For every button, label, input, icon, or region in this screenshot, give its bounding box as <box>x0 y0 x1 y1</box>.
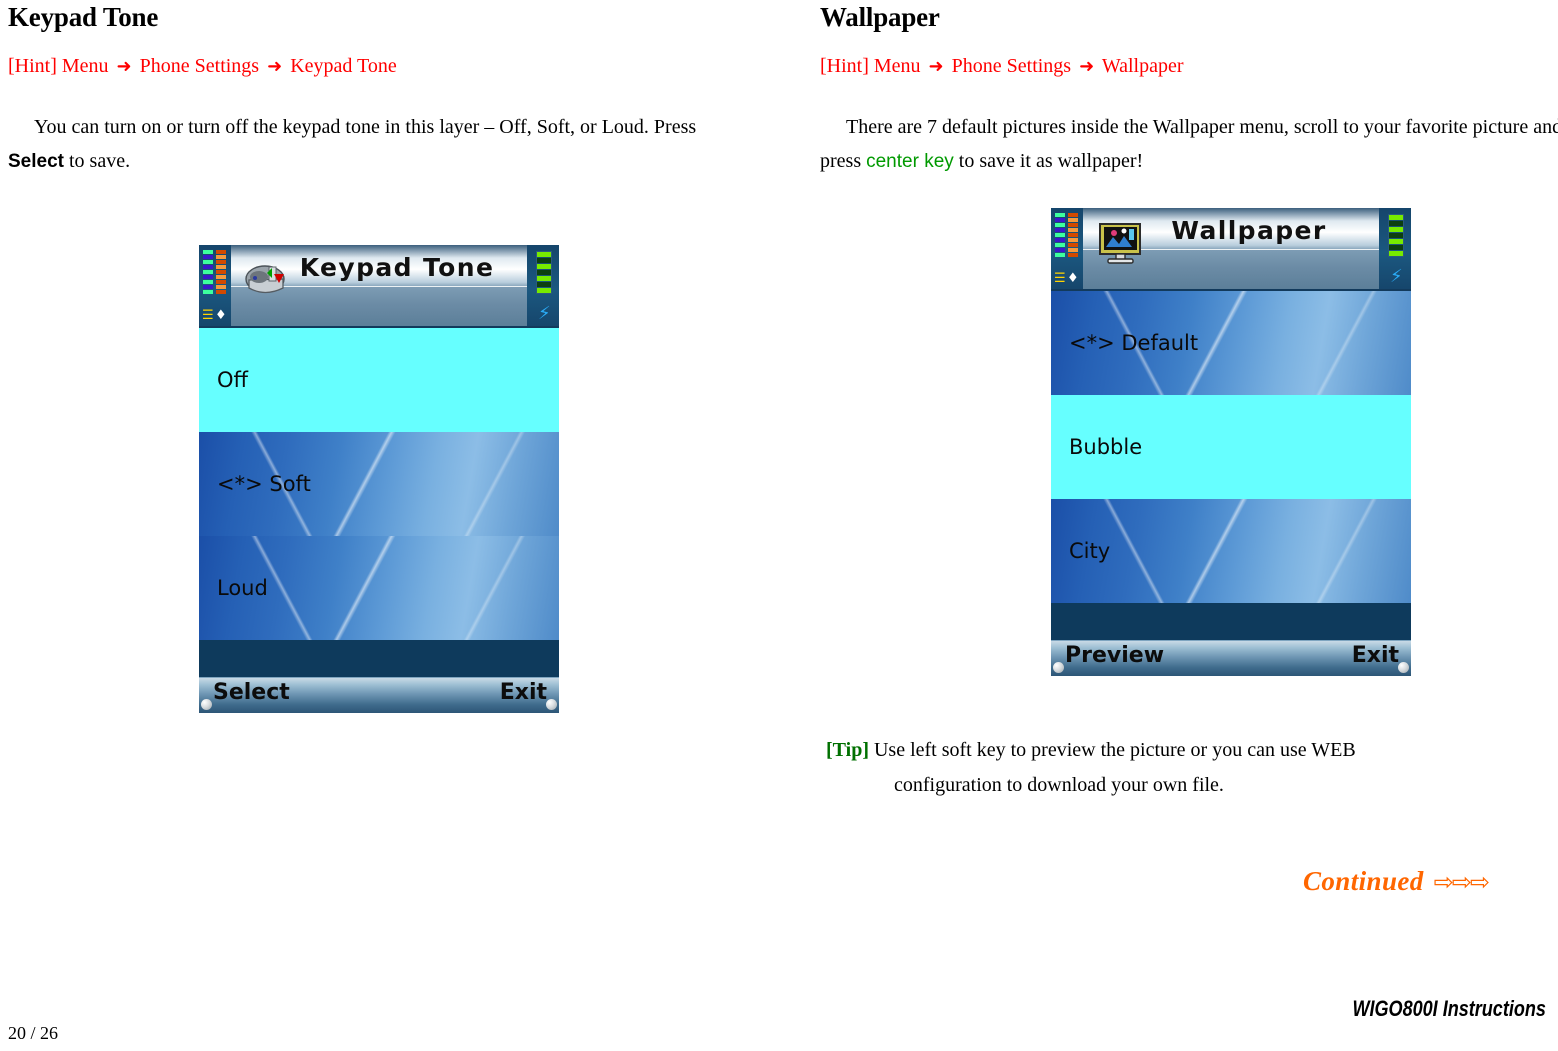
softkey-right-button[interactable]: Exit <box>1352 643 1399 668</box>
arrow-right-icon: ➜ <box>1079 56 1095 77</box>
softkey-left-button[interactable]: Select <box>213 680 290 705</box>
softkey-dot-right-icon <box>1398 662 1409 673</box>
volume-bars-icon <box>216 250 226 294</box>
phone-softkey-bar: Preview Exit <box>1051 640 1411 676</box>
status-indicators-right: ⚡ <box>1379 208 1411 289</box>
document-footer-title: WIGO800I Instructions <box>1352 996 1546 1021</box>
keylock-icon: ☰ <box>1054 271 1066 286</box>
phone-menu-item-label: City <box>1069 539 1111 563</box>
softkey-dot-left-icon <box>1053 662 1064 673</box>
tip-line-1: Use left soft key to preview the picture… <box>868 739 1356 761</box>
phone-menu-item[interactable]: <*> Soft <box>199 432 559 536</box>
charging-bolt-icon: ⚡ <box>1390 266 1403 287</box>
hint-prefix: [Hint] Menu <box>8 55 109 77</box>
left-column: Keypad Tone [Hint] Menu ➜ Phone Settings… <box>8 0 753 178</box>
page-number: 20 / 26 <box>8 1023 59 1043</box>
softkey-left-button[interactable]: Preview <box>1065 643 1164 668</box>
page-title-keypad-tone: Keypad Tone <box>8 2 159 32</box>
hint-breadcrumb-keypad-tone: [Hint] Menu ➜ Phone Settings ➜ Keypad To… <box>8 33 753 78</box>
phone-title-bar: ☰ ♦ Wallpaper ⚡ <box>1051 208 1411 291</box>
plug-icon: ♦ <box>1067 271 1079 286</box>
phone-menu-item[interactable]: Off <box>199 328 559 432</box>
phone-screenshot-keypad-tone: ☰ ♦ Keypad Tone ⚡ Off <*> Soft Loud Sele… <box>199 245 559 713</box>
body-text-part-2: to save. <box>63 150 131 172</box>
phone-softkey-bar: Select Exit <box>199 677 559 713</box>
arrow-right-icon: ➜ <box>116 56 132 77</box>
phone-menu-item-label: Loud <box>217 576 268 600</box>
continued-arrows-icon: ⇨⇨⇨ <box>1433 868 1490 896</box>
right-column: Wallpaper [Hint] Menu ➜ Phone Settings ➜… <box>820 0 1558 178</box>
page-title-wallpaper: Wallpaper <box>820 2 940 32</box>
hint-step-1: Phone Settings <box>951 55 1072 77</box>
body-text-part-2: to save it as wallpaper! <box>953 150 1144 172</box>
softkey-dot-left-icon <box>201 699 212 710</box>
volume-bars-icon <box>1068 213 1078 257</box>
body-paragraph-keypad-tone: You can turn on or turn off the keypad t… <box>8 78 753 178</box>
body-emphasis-select: Select <box>8 151 64 172</box>
tip-label: [Tip] <box>826 739 869 761</box>
continued-label: Continued <box>1303 866 1424 896</box>
hint-step-2: Keypad Tone <box>290 55 397 77</box>
hint-prefix: [Hint] Menu <box>820 55 921 77</box>
hint-step-1: Phone Settings <box>139 55 260 77</box>
phone-menu-item[interactable]: Loud <box>199 536 559 640</box>
body-text-part-1: You can turn on or turn off the keypad t… <box>34 116 697 138</box>
charging-bolt-icon: ⚡ <box>538 303 551 324</box>
status-indicators-left: ☰ ♦ <box>1051 208 1083 289</box>
tip-block: [Tip] Use left soft key to preview the p… <box>826 733 1556 803</box>
body-paragraph-wallpaper: There are 7 default pictures inside the … <box>820 78 1558 178</box>
plug-icon: ♦ <box>215 308 227 323</box>
phone-menu-item-label: <*> Default <box>1069 331 1199 355</box>
softkey-dot-right-icon <box>546 699 557 710</box>
tip-line-2: configuration to download your own file. <box>894 774 1224 796</box>
signal-strength-bars-icon <box>1055 213 1065 257</box>
phone-menu-item-label: Bubble <box>1069 435 1143 459</box>
keypad-tone-icon <box>241 253 295 307</box>
phone-menu-list: Off <*> Soft Loud <box>199 328 559 677</box>
continued-marker: Continued ⇨⇨⇨ <box>1303 866 1490 897</box>
hint-breadcrumb-wallpaper: [Hint] Menu ➜ Phone Settings ➜ Wallpaper <box>820 33 1558 78</box>
softkey-right-button[interactable]: Exit <box>500 680 547 705</box>
arrow-right-icon: ➜ <box>267 56 283 77</box>
arrow-right-icon: ➜ <box>928 56 944 77</box>
signal-strength-bars-icon <box>203 250 213 294</box>
phone-menu-item-label: Off <box>217 368 248 392</box>
phone-title-bar: ☰ ♦ Keypad Tone ⚡ <box>199 245 559 328</box>
status-indicators-left: ☰ ♦ <box>199 245 231 326</box>
phone-screenshot-wallpaper: ☰ ♦ Wallpaper ⚡ <*> Default Bubble City … <box>1051 208 1411 676</box>
phone-menu-item[interactable]: Bubble <box>1051 395 1411 499</box>
body-highlight-center-key: center key <box>866 151 954 172</box>
phone-menu-item-label: <*> Soft <box>217 472 311 496</box>
wallpaper-monitor-icon <box>1093 216 1147 270</box>
keylock-icon: ☰ <box>202 308 214 323</box>
phone-menu-item[interactable]: <*> Default <box>1051 291 1411 395</box>
battery-icon <box>536 251 552 294</box>
phone-menu-list: <*> Default Bubble City <box>1051 291 1411 640</box>
phone-menu-item[interactable]: City <box>1051 499 1411 603</box>
hint-step-2: Wallpaper <box>1101 55 1184 77</box>
battery-icon <box>1388 214 1404 257</box>
status-indicators-right: ⚡ <box>527 245 559 326</box>
